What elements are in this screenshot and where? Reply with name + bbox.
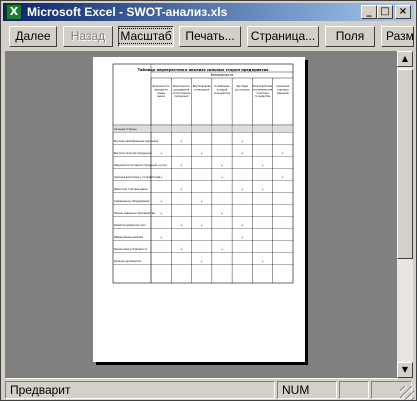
table-cell: + [221, 175, 224, 179]
row-label: Высокая квалификация персонала [114, 140, 159, 143]
print-preview-toolbar: Далее Назад Масштаб Печать... Страница..… [3, 23, 414, 49]
row-label: Высокое качество продукции [114, 152, 152, 155]
vertical-scrollbar[interactable]: ▲ ▼ [397, 51, 413, 378]
row-label: Хорошая репутация у потребителей [114, 176, 161, 179]
table-cell: + [180, 163, 183, 167]
maximize-button[interactable]: □ [377, 5, 393, 19]
minimize-button[interactable]: _ [361, 5, 377, 19]
row-label: Развитая дилерская сеть [114, 224, 147, 227]
page-break-preview-button[interactable]: Разме [381, 26, 414, 47]
row-label: Современное оборудование [114, 200, 150, 203]
print-preview-area[interactable]: Таблица перекрестного анализа сильных ст… [5, 51, 398, 379]
zoom-button-label: Масштаб [119, 28, 173, 44]
table-cell: + [201, 223, 204, 227]
column-header: Возможность выхода на новые рынки [153, 85, 171, 98]
print-button[interactable]: Печать... [179, 26, 241, 47]
title-bar[interactable]: X Microsoft Excel - SWOT-анализ.xls _ □ … [3, 3, 414, 21]
table-cell: + [180, 247, 183, 251]
close-button[interactable]: × [395, 5, 411, 19]
page-setup-button[interactable]: Страница... [247, 26, 319, 47]
scroll-thumb[interactable] [397, 69, 413, 259]
column-header: Снижение торговых барьеров [276, 85, 290, 95]
table-cell: + [160, 199, 163, 203]
section-row-fill [113, 126, 293, 132]
row-label: Финансовая устойчивость [114, 248, 148, 251]
window-title: Microsoft Excel - SWOT-анализ.xls [27, 5, 228, 19]
status-num-lock: NUM [277, 381, 337, 399]
table-cell: + [241, 235, 244, 239]
zoom-button[interactable]: Масштаб [118, 26, 174, 47]
table-cell: + [241, 139, 244, 143]
excel-icon[interactable]: X [6, 4, 22, 20]
table-cell: + [221, 247, 224, 251]
row-label: Сильные стороны [114, 128, 137, 131]
table-cell: + [221, 211, 224, 215]
row-label: Широкий ассортимент продукции и услуг [114, 164, 168, 167]
scroll-down-button[interactable]: ▼ [397, 362, 413, 378]
table-cell: + [201, 151, 204, 155]
table-cell: + [261, 259, 264, 263]
row-label: Известная торговая марка [114, 188, 148, 191]
table-cell: + [221, 163, 224, 167]
sheet-title: Таблица перекрестного анализа сильных ст… [138, 68, 269, 72]
table-cell: + [180, 139, 183, 143]
table-cell: + [261, 163, 264, 167]
scroll-up-button[interactable]: ▲ [397, 51, 413, 67]
previous-page-button[interactable]: Назад [63, 26, 113, 47]
status-bar: Предварит NUM [3, 380, 414, 400]
table-cell: + [160, 211, 163, 215]
row-label: Низкие издержки производства [114, 212, 155, 215]
column-header: Вертикальная интеграция [193, 85, 211, 91]
sheet-subheader: Возможности [211, 73, 234, 77]
table-cell: + [160, 235, 163, 239]
column-header: Возможность расширения ассортимента продукц… [173, 85, 191, 98]
table-cell: + [241, 187, 244, 191]
excel-window: X Microsoft Excel - SWOT-анализ.xls _ □ … [0, 0, 417, 401]
table-cell: + [180, 187, 183, 191]
table-cell: + [180, 223, 183, 227]
table-cell: + [160, 175, 163, 179]
table-cell: + [282, 175, 285, 179]
table-cell: + [241, 223, 244, 227]
table-cell: + [241, 151, 244, 155]
column-header: Быстрый рост рынка [235, 85, 250, 91]
table-cell: + [201, 199, 204, 203]
resize-grip[interactable] [400, 386, 414, 400]
status-mode: Предварит [5, 381, 275, 399]
table-cell: + [160, 151, 163, 155]
preview-sheet: Таблица перекрестного анализа сильных ст… [112, 63, 294, 284]
column-header: Ослабление позиций конкурентов [214, 85, 231, 95]
margins-button[interactable]: Поля [325, 26, 375, 47]
table-cell: + [261, 187, 264, 191]
next-page-button[interactable]: Далее [9, 26, 57, 47]
preview-page[interactable]: Таблица перекрестного анализа сильных ст… [93, 57, 305, 362]
table-cell: + [282, 151, 285, 155]
table-cell: + [201, 259, 204, 263]
row-label: Эффективная реклама [114, 236, 143, 239]
row-label: Сильное руководство [114, 260, 142, 263]
status-panel-empty [339, 381, 369, 399]
column-header: Благоприятная экономическая политика госуда… [253, 85, 273, 98]
